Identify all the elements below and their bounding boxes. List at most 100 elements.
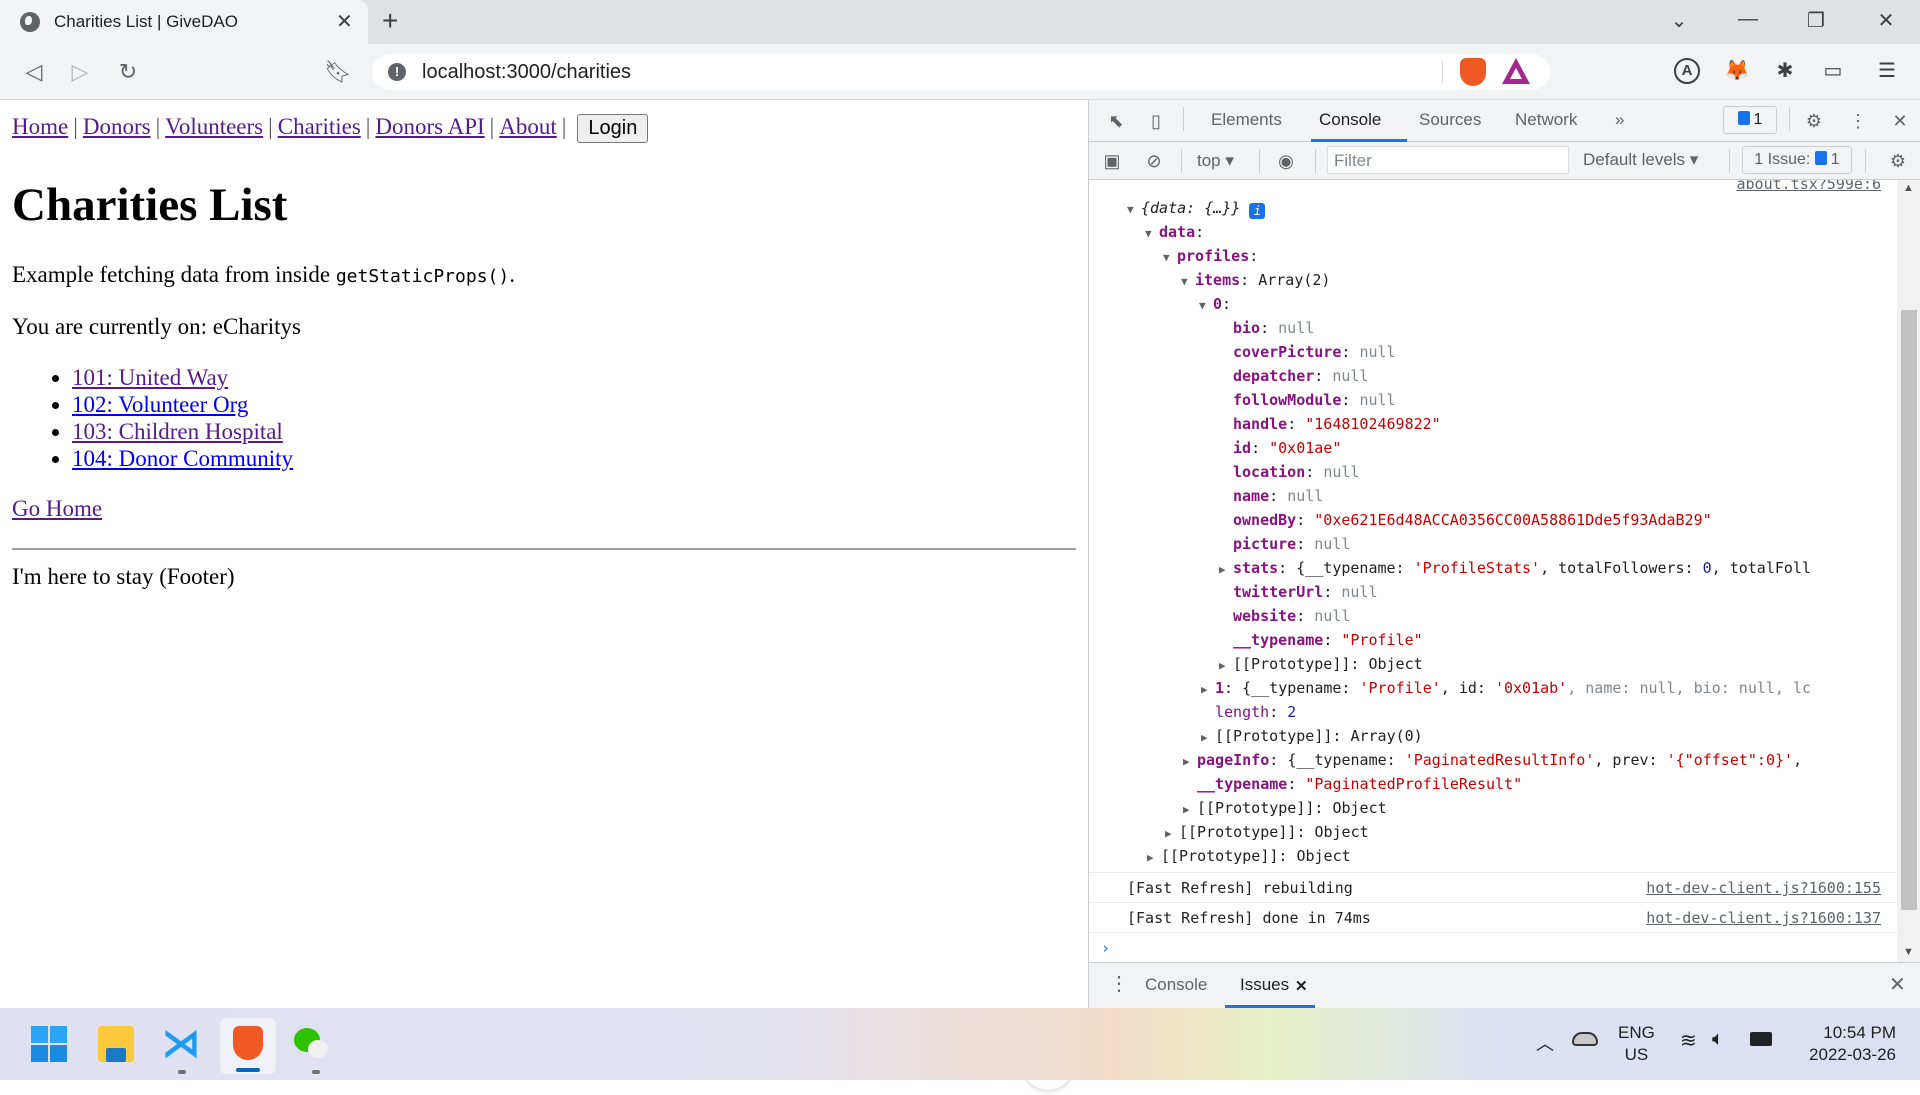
tree-node[interactable]: ▼ 0: — [1199, 292, 1231, 316]
kebab-menu-icon[interactable]: ⋮ — [1845, 108, 1871, 134]
onedrive-cloud-icon[interactable] — [1572, 1032, 1598, 1046]
console-settings-icon[interactable]: ⚙ — [1885, 148, 1911, 174]
nav-donors-link[interactable]: Donors — [83, 114, 151, 139]
expand-triangle-icon[interactable]: ▼ — [1145, 222, 1159, 246]
expand-triangle-icon[interactable]: ▼ — [1127, 198, 1141, 222]
extensions-puzzle-icon[interactable]: ✱ — [1770, 56, 1800, 86]
tree-node[interactable]: ▼ items: Array(2) — [1181, 268, 1330, 292]
site-info-icon[interactable]: ! — [388, 63, 406, 81]
issue-count-button[interactable]: 1 Issue: 1 — [1742, 146, 1852, 174]
tree-node[interactable]: ▶ [[Prototype]]: Object — [1147, 844, 1351, 868]
login-button[interactable]: Login — [577, 114, 649, 144]
tree-node[interactable]: ▶ stats: {__typename: 'ProfileStats', tot… — [1219, 556, 1811, 580]
console-scrollbar[interactable]: ▲ ▼ — [1897, 180, 1920, 962]
drawer-menu-icon[interactable]: ⋮ — [1109, 971, 1129, 996]
tab-close-icon[interactable]: ✕ — [336, 9, 353, 34]
metamask-icon[interactable]: 🦊 — [1722, 56, 1752, 86]
expand-triangle-icon[interactable]: ▼ — [1181, 270, 1195, 294]
close-issues-tab-icon[interactable]: ✕ — [1295, 977, 1308, 995]
back-button[interactable]: ◁ — [18, 56, 50, 88]
url-text[interactable]: localhost:3000/charities — [422, 61, 631, 84]
close-window-button[interactable]: ✕ — [1866, 8, 1906, 33]
expand-triangle-icon[interactable]: ▶ — [1147, 846, 1161, 870]
address-bar[interactable]: ! localhost:3000/charities — [372, 54, 1550, 90]
close-devtools-icon[interactable]: ✕ — [1887, 108, 1913, 134]
clock[interactable]: 10:54 PM 2022-03-26 — [1790, 1022, 1896, 1066]
wallet-icon[interactable]: ▭ — [1818, 56, 1848, 86]
tree-node[interactable]: ▶ [[Prototype]]: Array(0) — [1201, 724, 1423, 748]
tab-elements[interactable]: Elements — [1211, 110, 1282, 130]
scrollbar-thumb[interactable] — [1901, 310, 1917, 910]
tree-node[interactable]: ▶ [[Prototype]]: Object — [1219, 652, 1423, 676]
browser-tab[interactable]: Charities List | GiveDAO ✕ — [0, 0, 368, 44]
sidebar-toggle-icon[interactable]: ▣ — [1099, 148, 1125, 174]
tree-node[interactable]: ▶ pageInfo: {__typename: 'PaginatedResult… — [1183, 748, 1802, 772]
clear-console-icon[interactable]: ⊘ — [1141, 148, 1167, 174]
drawer-tab-issues[interactable]: Issues — [1240, 975, 1289, 995]
vscode-icon[interactable]: ⋊ — [162, 1025, 200, 1063]
show-hidden-icons-chevron[interactable]: ︿ — [1536, 1030, 1554, 1056]
drawer-tab-console[interactable]: Console — [1145, 975, 1207, 995]
log-levels-dropdown[interactable]: Default levels ▾ — [1583, 150, 1698, 170]
tree-node[interactable]: ▼ data: — [1145, 220, 1204, 244]
reload-button[interactable]: ↻ — [112, 56, 144, 88]
brave-taskbar-button[interactable] — [220, 1018, 276, 1074]
forward-button[interactable]: ▷ — [64, 56, 96, 88]
battery-charging-icon[interactable] — [1750, 1032, 1772, 1046]
nav-donors-api-link[interactable]: Donors API — [375, 114, 484, 139]
tab-network[interactable]: Network — [1515, 110, 1577, 130]
issues-badge[interactable]: 1 — [1723, 106, 1777, 134]
settings-gear-icon[interactable]: ⚙ — [1801, 108, 1827, 134]
tab-sources[interactable]: Sources — [1419, 110, 1481, 130]
filter-input[interactable]: Filter — [1327, 146, 1569, 174]
tree-node[interactable]: ▶ [[Prototype]]: Object — [1183, 796, 1387, 820]
tree-root[interactable]: ▼ {data: {…}} i — [1127, 196, 1266, 222]
tab-search-chevron-icon[interactable]: ⌄ — [1659, 8, 1699, 33]
expand-triangle-icon[interactable]: ▶ — [1183, 750, 1197, 774]
scroll-up-arrow-icon[interactable]: ▲ — [1903, 182, 1914, 194]
nav-about-link[interactable]: About — [499, 114, 557, 139]
tree-node[interactable]: ▼ profiles: — [1163, 244, 1258, 268]
nav-volunteers-link[interactable]: Volunteers — [165, 114, 263, 139]
tree-node[interactable]: ▶ [[Prototype]]: Object — [1165, 820, 1369, 844]
inspect-element-icon[interactable]: ⬉ — [1103, 108, 1129, 134]
context-selector[interactable]: top ▾ — [1197, 151, 1234, 171]
windows-start-icon[interactable] — [31, 1026, 67, 1062]
expand-triangle-icon[interactable]: ▶ — [1201, 678, 1215, 702]
new-tab-button[interactable]: + — [382, 5, 398, 37]
minimize-button[interactable]: — — [1728, 8, 1768, 31]
go-home-link[interactable]: Go Home — [12, 496, 102, 522]
brave-shields-icon[interactable] — [1460, 58, 1486, 86]
device-toolbar-icon[interactable]: ▯ — [1143, 108, 1169, 134]
tree-node[interactable]: ▶ 1: {__typename: 'Profile', id: '0x01ab'… — [1201, 676, 1811, 700]
source-link[interactable]: hot-dev-client.js?1600:155 — [1646, 873, 1881, 903]
expand-triangle-icon[interactable]: ▶ — [1219, 558, 1233, 582]
close-drawer-icon[interactable]: ✕ — [1889, 972, 1906, 997]
volume-icon[interactable]: 🔈︎ — [1712, 1028, 1724, 1051]
charity-link[interactable]: 102: Volunteer Org — [72, 392, 248, 417]
scroll-down-arrow-icon[interactable]: ▼ — [1903, 946, 1914, 958]
tab-console[interactable]: Console — [1319, 110, 1381, 130]
wechat-icon[interactable] — [294, 1026, 330, 1062]
console-prompt[interactable]: › — [1089, 932, 1897, 962]
accessibility-extension-icon[interactable]: A — [1674, 58, 1700, 84]
wifi-icon[interactable]: ≋ — [1680, 1028, 1697, 1053]
language-indicator[interactable]: ENG US — [1618, 1022, 1655, 1066]
expand-triangle-icon[interactable]: ▶ — [1219, 654, 1233, 678]
live-expression-eye-icon[interactable]: ◉ — [1273, 148, 1299, 174]
expand-triangle-icon[interactable]: ▶ — [1165, 822, 1179, 846]
menu-icon[interactable]: ☰ — [1872, 56, 1902, 86]
expand-triangle-icon[interactable]: ▶ — [1201, 726, 1215, 750]
expand-triangle-icon[interactable]: ▼ — [1163, 246, 1177, 270]
charity-link[interactable]: 101: United Way — [72, 365, 228, 390]
charity-link[interactable]: 104: Donor Community — [72, 446, 293, 471]
bookmark-icon[interactable]: 🔖︎ — [322, 56, 354, 88]
restore-button[interactable]: ❐ — [1796, 8, 1836, 33]
nav-charities-link[interactable]: Charities — [278, 114, 361, 139]
source-link[interactable]: hot-dev-client.js?1600:137 — [1646, 903, 1881, 933]
more-tabs-button[interactable]: » — [1615, 110, 1624, 130]
source-link[interactable]: about.tsx?599e:6 — [1737, 180, 1882, 196]
nav-home-link[interactable]: Home — [12, 114, 68, 139]
expand-triangle-icon[interactable]: ▼ — [1199, 294, 1213, 318]
brave-rewards-icon[interactable] — [1502, 58, 1530, 84]
